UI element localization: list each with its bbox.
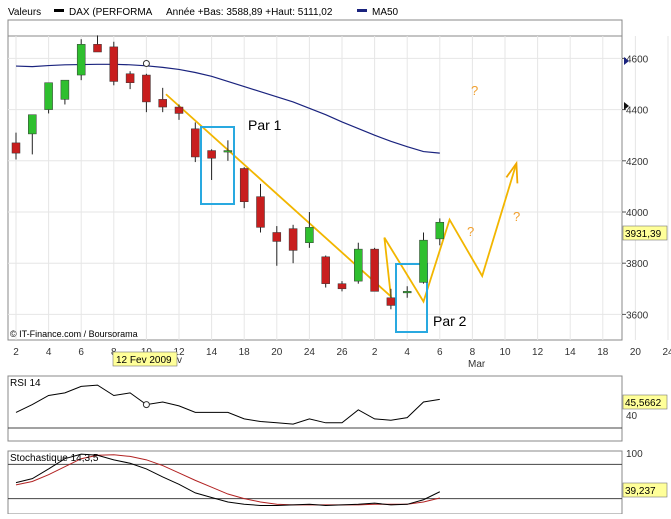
candle-body: [60, 79, 70, 100]
stochastic-value: 39,237: [625, 486, 656, 497]
y-tick-label: 4200: [626, 157, 649, 168]
candle-body: [288, 228, 298, 251]
y-tick-label: 3600: [626, 310, 649, 321]
header-title: Valeurs: [8, 7, 41, 18]
candle-body: [109, 46, 119, 82]
x-tick-label: 18: [597, 347, 609, 358]
x-tick-label: 24: [304, 347, 316, 358]
candle-body: [337, 283, 347, 290]
x-tick-label: 10: [499, 347, 511, 358]
y-tick-label: 4400: [626, 106, 649, 117]
instrument-legend-swatch: [54, 9, 64, 12]
x-tick-label: 14: [206, 347, 218, 358]
clipped-month-label: v: [177, 355, 182, 366]
candle-body: [191, 128, 200, 158]
question-mark-1: ?: [471, 83, 478, 98]
x-tick-label: 4: [46, 347, 52, 358]
annotation-par2: Par 2: [433, 313, 467, 329]
x-tick-label: 8: [470, 347, 476, 358]
candle-body: [44, 82, 53, 110]
stochastic-label: Stochastique 14,3,5: [10, 453, 99, 464]
candle-body: [354, 248, 363, 282]
cursor-marker: [142, 60, 150, 68]
stochastic-tick-label: 100: [626, 449, 643, 460]
x-tick-label: 24: [662, 347, 671, 358]
last-price: 3931,39: [625, 229, 662, 240]
x-tick-label: 20: [271, 347, 283, 358]
candle-body: [402, 291, 412, 294]
candle-body: [419, 239, 428, 283]
candle-body: [11, 142, 21, 154]
header-ma-label: MA50: [372, 7, 399, 18]
candle-body: [370, 248, 379, 292]
header-stats: Année +Bas: 3588,89 +Haut: 5111,02: [166, 7, 333, 18]
candle-body: [76, 44, 86, 76]
candle-body: [158, 99, 167, 108]
candle-body: [207, 150, 216, 159]
x-tick-label: 4: [404, 347, 410, 358]
header-instrument: DAX (PERFORMA: [69, 7, 153, 18]
candle-body: [386, 297, 396, 306]
x-tick-label: 12: [532, 347, 544, 358]
copyright: © IT-Finance.com / Boursorama: [10, 329, 138, 339]
date-badge-text: 12 Fev 2009: [116, 355, 172, 366]
rsi-tick-label: 40: [626, 411, 638, 422]
candle-body: [435, 221, 445, 240]
candle-body: [223, 150, 233, 153]
chart-stage: 2468101214182024262468101214182024360038…: [0, 0, 671, 515]
candle-body: [321, 256, 330, 284]
x-tick-label: 18: [239, 347, 251, 358]
chart-canvas: 2468101214182024262468101214182024360038…: [0, 0, 671, 515]
candle-body: [239, 168, 249, 203]
candle-body: [305, 227, 314, 243]
rsi-value: 45,5662: [625, 398, 662, 409]
candle-body: [125, 73, 135, 83]
x-tick-label: 20: [630, 347, 642, 358]
y-tick-label: 3800: [626, 259, 649, 270]
rsi-label: RSI 14: [10, 378, 41, 389]
question-mark-3: ?: [513, 209, 520, 224]
x-tick-label: 2: [372, 347, 378, 358]
candle-body: [272, 232, 282, 242]
x-tick-label: 26: [336, 347, 348, 358]
candle-body: [256, 196, 265, 228]
question-mark-2: ?: [467, 224, 474, 239]
x-tick-label: 2: [13, 347, 19, 358]
x-tick-label: 6: [78, 347, 84, 358]
month-label-mar: Mar: [468, 359, 486, 370]
ma-legend-swatch: [357, 9, 367, 12]
y-tick-label: 4600: [626, 54, 649, 65]
rsi-cursor-marker: [142, 401, 150, 409]
x-tick-label: 6: [437, 347, 443, 358]
x-tick-label: 14: [565, 347, 577, 358]
annotation-par1: Par 1: [248, 117, 282, 133]
y-tick-label: 4000: [626, 208, 649, 219]
candle-body: [174, 106, 184, 114]
candle-body: [142, 74, 151, 103]
candle-body: [93, 44, 102, 53]
candle-body: [28, 114, 37, 135]
